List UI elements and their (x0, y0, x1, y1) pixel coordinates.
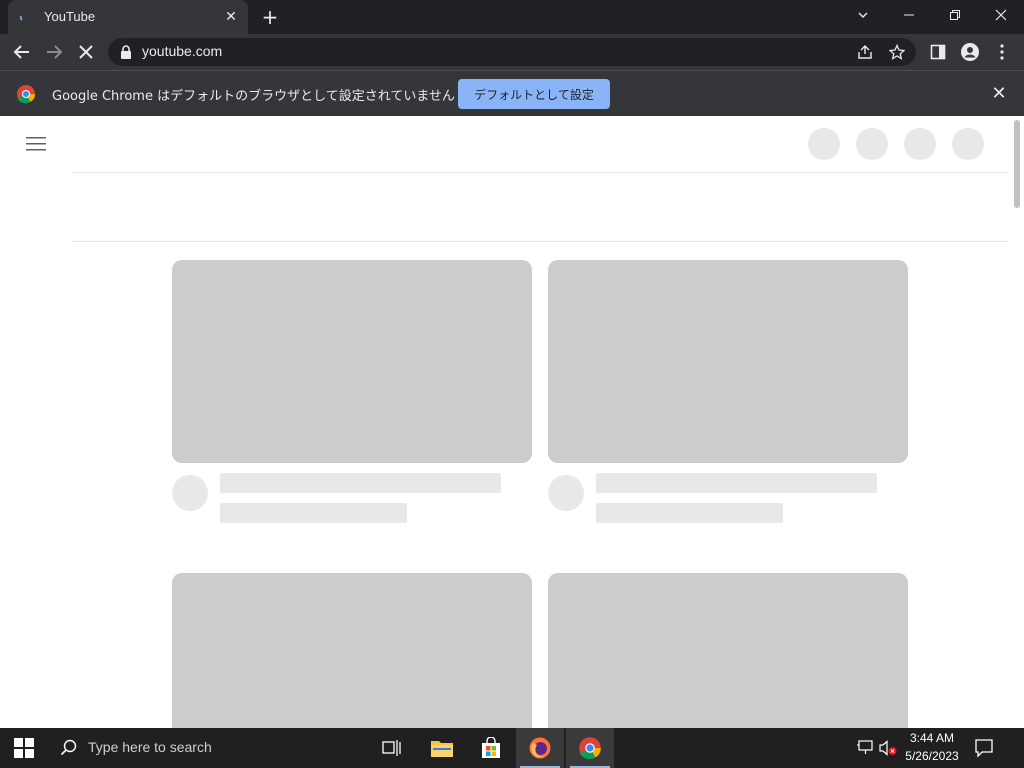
video-thumbnail-placeholder[interactable] (548, 573, 908, 728)
network-icon[interactable] (856, 740, 874, 756)
url-text[interactable]: youtube.com (142, 43, 222, 59)
infobar-message: Google Chrome はデフォルトのブラウザとして設定されていません (52, 89, 455, 104)
header-divider (72, 172, 1008, 173)
share-icon[interactable] (854, 41, 876, 63)
clock-time[interactable]: 3:44 AM (898, 731, 966, 745)
header-placeholder-circle (856, 128, 888, 160)
clock-date[interactable]: 5/26/2023 (898, 749, 966, 763)
page-content (0, 116, 1024, 728)
volume-muted-icon[interactable] (878, 740, 898, 756)
tab-strip: YouTube ✕ + (0, 0, 1024, 34)
default-browser-infobar: Google Chrome はデフォルトのブラウザとして設定されていません デフ… (0, 70, 1024, 116)
restore-button[interactable] (932, 0, 978, 30)
video-thumbnail-placeholder[interactable] (548, 260, 908, 463)
youtube-loading-icon (20, 15, 23, 21)
search-icon (60, 739, 77, 756)
task-view-button[interactable] (368, 728, 416, 768)
forward-button[interactable] (42, 40, 66, 64)
channel-avatar-placeholder (548, 475, 584, 511)
header-placeholder-circle (808, 128, 840, 160)
side-panel-icon[interactable] (926, 40, 950, 64)
chrome-icon (579, 737, 601, 760)
tab-youtube[interactable]: YouTube ✕ (8, 0, 248, 34)
minimize-button[interactable] (886, 0, 932, 30)
tab-search-icon[interactable] (840, 0, 886, 30)
firefox-button[interactable] (516, 728, 564, 768)
bookmark-star-icon[interactable] (886, 41, 908, 63)
folder-icon (431, 741, 453, 757)
windows-logo-icon (14, 738, 34, 758)
store-bag-icon (482, 737, 500, 758)
video-title-placeholder (220, 473, 501, 493)
page-scrollbar[interactable] (1010, 116, 1024, 728)
search-placeholder: Type here to search (88, 739, 212, 755)
chips-divider (72, 241, 1008, 242)
start-button[interactable] (0, 728, 48, 768)
back-button[interactable] (10, 40, 34, 64)
video-title-placeholder (596, 473, 877, 493)
video-meta-placeholder (220, 503, 407, 523)
infobar-close-icon[interactable]: ✕ (988, 83, 1010, 105)
header-placeholder-circle (904, 128, 936, 160)
scrollbar-thumb[interactable] (1014, 120, 1020, 208)
lock-icon (121, 45, 131, 59)
close-window-button[interactable] (978, 0, 1024, 30)
browser-toolbar: youtube.com (0, 34, 1024, 70)
chrome-logo-icon (17, 85, 36, 104)
windows-taskbar: Type here to search 3:44 AM 5/26/2023 (0, 728, 1024, 768)
taskbar-search-box[interactable]: Type here to search (48, 728, 366, 768)
channel-avatar-placeholder (172, 475, 208, 511)
header-placeholder-circle (952, 128, 984, 160)
kebab-menu-icon[interactable] (990, 40, 1014, 64)
hamburger-menu-icon[interactable] (26, 136, 46, 152)
microsoft-store-button[interactable] (467, 728, 515, 768)
file-explorer-button[interactable] (418, 728, 466, 768)
new-tab-button[interactable]: + (258, 6, 282, 28)
video-thumbnail-placeholder[interactable] (172, 260, 532, 463)
firefox-icon (529, 737, 551, 759)
stop-loading-button[interactable] (74, 40, 98, 64)
address-bar[interactable]: youtube.com (108, 38, 916, 66)
set-default-button[interactable]: デフォルトとして設定 (458, 79, 610, 109)
tab-close-icon[interactable]: ✕ (222, 8, 240, 26)
chrome-taskbar-button[interactable] (566, 728, 614, 768)
task-view-icon (382, 740, 401, 756)
profile-icon[interactable] (958, 40, 982, 64)
action-center-icon[interactable] (974, 738, 996, 758)
video-meta-placeholder (596, 503, 783, 523)
video-thumbnail-placeholder[interactable] (172, 573, 532, 728)
tab-title: YouTube (44, 9, 96, 24)
